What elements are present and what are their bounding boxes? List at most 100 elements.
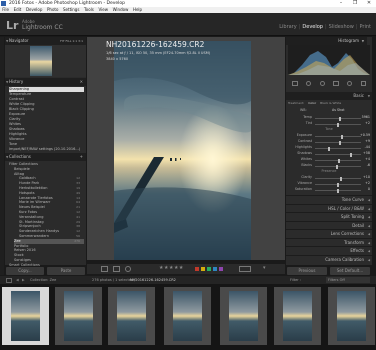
slider-track[interactable]	[315, 146, 361, 151]
slider-track[interactable]	[315, 152, 361, 157]
slider-track[interactable]	[315, 176, 361, 181]
clear-history-icon[interactable]: ✕	[80, 78, 83, 86]
history-item[interactable]: Import/NEF/RAW settings (20.10.2016...)	[9, 147, 84, 152]
slider-row: Saturation 0	[288, 187, 370, 193]
slider-track[interactable]	[315, 182, 361, 187]
treatment-color[interactable]: Color	[308, 101, 316, 106]
section-header[interactable]: HSL / Color / B&W ◀	[286, 203, 372, 212]
navigator-zoom[interactable]: FIT FILL 1:1 3:1	[60, 37, 83, 45]
filmstrip-thumb[interactable]	[55, 287, 102, 345]
slider-track[interactable]	[315, 188, 361, 193]
section-header[interactable]: Split Toning ◀	[286, 212, 372, 220]
section-header[interactable]: Camera Calibration ◀	[286, 254, 372, 263]
slider-knob[interactable]	[337, 158, 340, 163]
section-label: Split Toning	[340, 214, 364, 219]
slider-knob[interactable]	[340, 134, 343, 139]
slider-knob[interactable]	[339, 140, 342, 145]
flag-icon[interactable]	[125, 266, 131, 272]
slider-knob[interactable]	[337, 122, 339, 127]
filmstrip-thumb[interactable]	[328, 287, 375, 345]
section-header[interactable]: Tone Curve ◀	[286, 195, 372, 203]
slider-track[interactable]	[315, 134, 361, 139]
color-label-blue[interactable]	[213, 267, 217, 271]
radial-filter-icon[interactable]	[347, 80, 353, 86]
filter-select[interactable]: Filters Off	[326, 277, 370, 283]
minimize-button[interactable]: –	[334, 0, 348, 7]
close-button[interactable]: ✕	[362, 0, 376, 7]
slider-knob[interactable]	[339, 176, 342, 181]
zoom-icon[interactable]	[239, 266, 251, 272]
filmstrip-thumb[interactable]	[164, 287, 211, 345]
arrow-right-icon[interactable]: ▶	[22, 276, 25, 284]
module-print[interactable]: Print	[357, 24, 373, 30]
slider-value[interactable]: -6	[360, 163, 370, 168]
module-slideshow[interactable]: Slideshow	[327, 24, 356, 30]
red-eye-icon[interactable]	[319, 80, 325, 86]
navigator-header[interactable]: ▼ Navigator FIT FILL 1:1 3:1	[5, 37, 86, 45]
spot-removal-icon[interactable]	[306, 80, 312, 86]
section-header[interactable]: Detail ◀	[286, 220, 372, 229]
slider-value[interactable]: +2	[360, 181, 370, 186]
brush-icon[interactable]	[360, 80, 366, 86]
section-header[interactable]: Transform ◀	[286, 237, 372, 246]
color-label-green[interactable]	[207, 267, 211, 271]
arrow-left-icon[interactable]: ◀	[16, 276, 19, 284]
color-label-yellow[interactable]	[201, 267, 205, 271]
star-rating[interactable]: ★★★★★	[159, 265, 184, 271]
slider-value[interactable]: +4	[360, 157, 370, 162]
filmstrip-thumb[interactable]	[220, 287, 267, 345]
slider-track[interactable]	[315, 116, 361, 121]
slider-value[interactable]: +0.59	[360, 133, 370, 138]
slider-knob[interactable]	[339, 116, 342, 121]
slider-value[interactable]: +10	[360, 175, 370, 180]
grid-view-icon[interactable]	[6, 277, 12, 283]
chevron-down-icon[interactable]: ▾	[263, 265, 270, 271]
slider-value[interactable]: +9	[360, 139, 370, 144]
slider-knob[interactable]	[350, 152, 353, 157]
basic-header[interactable]: Basic ▼	[286, 92, 372, 100]
slider-value[interactable]: 5961	[360, 115, 370, 120]
slider-track[interactable]	[315, 122, 361, 127]
slider-value[interactable]: +2	[360, 121, 370, 126]
slider-value[interactable]: +58	[360, 151, 370, 156]
slider-value[interactable]: -44	[360, 145, 370, 150]
section-header[interactable]: Effects ◀	[286, 246, 372, 254]
crop-tool-icon[interactable]	[292, 80, 299, 86]
wb-label: WB:	[300, 108, 307, 112]
slider-track[interactable]	[315, 164, 361, 169]
slider-value[interactable]: 0	[360, 187, 370, 192]
collection-label: St. Martinstag	[19, 219, 44, 224]
copy-button[interactable]: Copy...	[6, 267, 44, 275]
slider-track[interactable]	[315, 158, 361, 163]
filmstrip-source[interactable]: Collection: Zee	[30, 276, 56, 284]
before-after-icon[interactable]	[113, 266, 120, 272]
filmstrip-thumb-selected[interactable]	[2, 287, 49, 345]
add-collection-icon[interactable]: +	[80, 153, 83, 161]
paste-button[interactable]: Paste	[47, 267, 85, 275]
main-photo[interactable]	[114, 41, 251, 260]
maximize-button[interactable]: ❐	[348, 0, 362, 7]
color-label-purple[interactable]	[219, 267, 223, 271]
slider-knob[interactable]	[335, 164, 338, 169]
module-library[interactable]: Library	[277, 24, 298, 30]
graduated-filter-icon[interactable]	[333, 80, 340, 86]
module-develop[interactable]: Develop	[300, 24, 325, 30]
navigator-preview[interactable]	[5, 45, 86, 77]
slider-knob[interactable]	[328, 146, 331, 151]
slider-knob[interactable]	[337, 182, 340, 187]
histogram-header[interactable]: Histogram ▼	[286, 37, 367, 45]
section-header[interactable]: Lens Corrections ◀	[286, 229, 372, 237]
wb-select[interactable]: As Shot	[332, 108, 345, 113]
history-header[interactable]: ▼ History ✕	[5, 78, 86, 86]
slider-track[interactable]	[315, 140, 361, 145]
filmstrip-thumb[interactable]	[108, 287, 155, 345]
loupe-view-icon[interactable]	[101, 266, 108, 272]
filmstrip-thumb[interactable]	[274, 287, 321, 345]
collections-header[interactable]: ▼ Collections +	[5, 153, 86, 161]
color-label-red[interactable]	[195, 267, 199, 271]
treatment-bw[interactable]: Black & White	[320, 101, 341, 106]
set-default-button[interactable]: Set Default...	[330, 267, 370, 275]
slider-knob[interactable]	[337, 188, 339, 193]
previous-button[interactable]: Previous	[287, 267, 327, 275]
treatment-label: Treatment:	[288, 101, 305, 105]
